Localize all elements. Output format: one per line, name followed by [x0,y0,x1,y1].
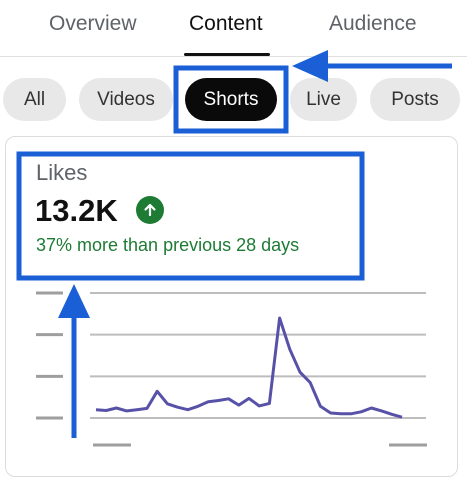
annotation-arrow-left [292,50,452,82]
series-line-0 [95,316,403,419]
annotation-box-shorts [173,65,289,134]
annotation-box-metric [16,151,365,281]
annotation-arrow-up [58,284,90,438]
likes-chart [16,50,452,447]
